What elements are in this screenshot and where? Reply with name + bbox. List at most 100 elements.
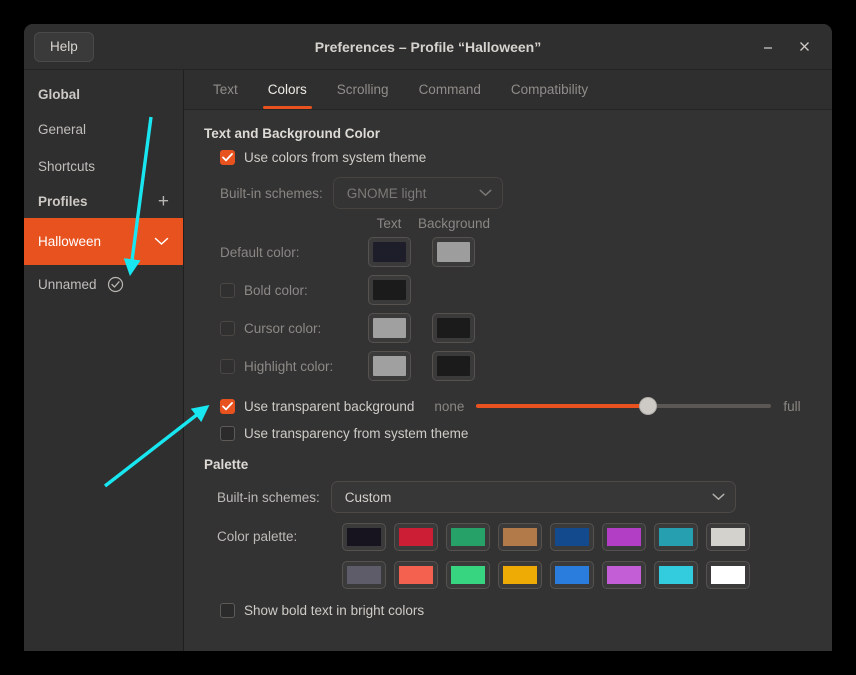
palette-swatch-row2-5[interactable] [602,561,646,589]
help-button[interactable]: Help [34,32,94,62]
text-and-background-color-title: Text and Background Color [204,126,812,141]
use-system-theme-checkbox[interactable] [220,150,235,165]
show-bold-bright-checkbox[interactable] [220,603,235,618]
transparent-background-label: Use transparent background [244,399,414,414]
default-text-color-swatch[interactable] [368,237,411,267]
palette-swatch-row1-4[interactable] [550,523,594,551]
tab-bar: Text Colors Scrolling Command Compatibil… [184,70,832,110]
help-button-label: Help [50,39,78,54]
palette-swatch-row2-1[interactable] [394,561,438,589]
sidebar-item-shortcuts[interactable]: Shortcuts [24,148,183,185]
palette-swatch-row1-2[interactable] [446,523,490,551]
transparency-system-theme-checkbox[interactable] [220,426,235,441]
cursor-color-row: Cursor color: [220,309,812,347]
palette-swatch-row2-4[interactable] [550,561,594,589]
palette-swatch-fill [451,528,485,546]
tab-command[interactable]: Command [404,70,496,109]
color-palette-row-1 [342,523,750,551]
palette-swatch-fill [555,528,589,546]
palette-swatch-row1-0[interactable] [342,523,386,551]
check-circle-icon[interactable] [107,276,124,293]
chevron-down-icon [479,189,492,197]
palette-swatch-fill [711,566,745,584]
tab-scrolling[interactable]: Scrolling [322,70,404,109]
palette-swatch-row1-7[interactable] [706,523,750,551]
bold-text-color-swatch[interactable] [368,275,411,305]
default-background-color-fill [437,242,470,262]
default-background-color-swatch[interactable] [432,237,475,267]
sidebar-header-profiles: Profiles + [24,185,183,218]
palette-swatch-row1-6[interactable] [654,523,698,551]
palette-swatch-fill [711,528,745,546]
sidebar-item-unnamed-label: Unnamed [38,277,97,292]
default-color-label: Default color: [220,245,300,260]
palette-swatch-row2-7[interactable] [706,561,750,589]
transparency-slider[interactable] [476,397,771,415]
plus-icon[interactable]: + [158,195,169,209]
palette-swatch-fill [347,566,381,584]
tab-text[interactable]: Text [198,70,253,109]
palette-swatch-fill [399,528,433,546]
bold-color-checkbox[interactable] [220,283,235,298]
transparent-background-checkbox[interactable] [220,399,235,414]
content-area: Text Colors Scrolling Command Compatibil… [184,70,832,651]
palette-swatch-row2-2[interactable] [446,561,490,589]
highlight-text-color-fill [373,356,406,376]
palette-swatch-row2-6[interactable] [654,561,698,589]
cursor-background-color-fill [437,318,470,338]
palette-builtin-schemes-label: Built-in schemes: [217,490,320,505]
transparency-slider-knob[interactable] [639,397,657,415]
builtin-schemes-row: Built-in schemes: GNOME light [220,177,812,209]
tab-compatibility[interactable]: Compatibility [496,70,603,109]
minimize-icon[interactable] [758,37,778,57]
cursor-text-color-swatch[interactable] [368,313,411,343]
sidebar-item-general[interactable]: General [24,111,183,148]
palette-swatch-row1-3[interactable] [498,523,542,551]
chevron-down-icon[interactable] [154,237,169,246]
palette-swatch-fill [451,566,485,584]
cursor-color-label: Cursor color: [244,321,321,336]
sidebar-item-halloween-label: Halloween [38,234,101,249]
palette-swatch-row2-0[interactable] [342,561,386,589]
highlight-color-row: Highlight color: [220,347,812,385]
palette-swatch-row2-3[interactable] [498,561,542,589]
color-palette-row-2 [342,561,750,589]
palette-swatch-row1-1[interactable] [394,523,438,551]
palette-swatch-fill [347,528,381,546]
palette-title: Palette [204,457,812,472]
highlight-text-color-swatch[interactable] [368,351,411,381]
sidebar-header-global-label: Global [38,87,80,102]
window-body: Global General Shortcuts Profiles + Hall… [24,70,832,651]
palette-swatch-row1-5[interactable] [602,523,646,551]
highlight-background-color-swatch[interactable] [432,351,475,381]
palette-builtin-schemes-value: Custom [345,490,704,505]
highlight-background-color-fill [437,356,470,376]
palette-builtin-schemes-dropdown[interactable]: Custom [331,481,736,513]
sidebar-item-unnamed[interactable]: Unnamed [24,265,183,304]
palette-builtin-schemes-row: Built-in schemes: Custom [217,481,812,513]
transparency-system-theme-row: Use transparency from system theme [220,426,812,441]
palette-swatch-fill [607,566,641,584]
column-header-text: Text [360,216,418,231]
palette-swatch-fill [607,528,641,546]
color-palette-row: Color palette: [217,523,812,589]
chevron-down-icon [712,493,725,501]
color-palette-label: Color palette: [217,529,342,544]
tab-command-label: Command [419,82,481,97]
show-bold-bright-row: Show bold text in bright colors [220,603,812,618]
cursor-background-color-swatch[interactable] [432,313,475,343]
close-icon[interactable] [794,37,814,57]
window-title: Preferences – Profile “Halloween” [24,39,832,55]
sidebar-header-global: Global [24,78,183,111]
color-palette-grid [342,523,750,589]
sidebar-item-general-label: General [38,122,86,137]
cursor-color-checkbox[interactable] [220,321,235,336]
bold-color-row: Bold color: [220,271,812,309]
palette-swatch-fill [503,566,537,584]
window-header-bar: Help Preferences – Profile “Halloween” [24,24,832,70]
sidebar-item-shortcuts-label: Shortcuts [38,159,95,174]
sidebar-item-halloween[interactable]: Halloween [24,218,183,265]
tab-colors[interactable]: Colors [253,70,322,109]
builtin-schemes-dropdown[interactable]: GNOME light [333,177,503,209]
highlight-color-checkbox[interactable] [220,359,235,374]
